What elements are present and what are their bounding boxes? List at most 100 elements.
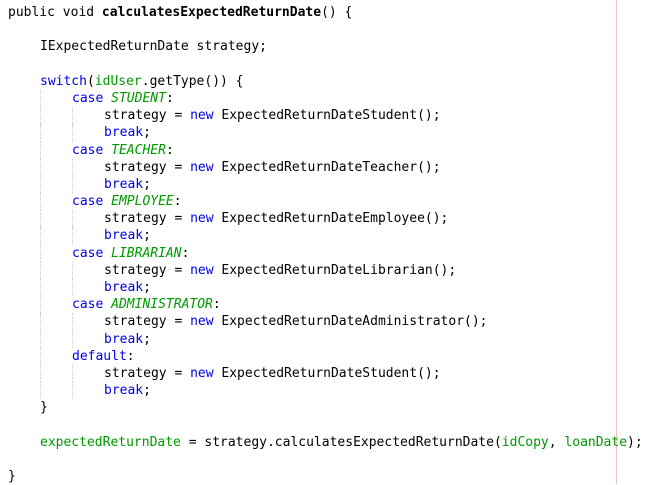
code-line[interactable]: default: bbox=[8, 347, 643, 365]
code-token: break bbox=[104, 228, 144, 244]
code-token: case bbox=[72, 245, 112, 261]
indent-guide bbox=[72, 382, 73, 400]
code-token: expectedReturnDate bbox=[40, 434, 181, 450]
code-line[interactable]: break; bbox=[8, 124, 643, 142]
code-line[interactable]: } bbox=[8, 399, 643, 416]
code-token: () { bbox=[321, 5, 353, 20]
code-line[interactable]: strategy = new ExpectedReturnDateEmploye… bbox=[8, 210, 643, 228]
code-line-text: case EMPLOYEE: bbox=[8, 194, 182, 209]
code-line-text: strategy = new ExpectedReturnDateEmploye… bbox=[8, 211, 448, 226]
code-token: case bbox=[72, 297, 112, 313]
code-token: strategy = bbox=[104, 314, 191, 330]
code-token: strategy = bbox=[104, 365, 191, 381]
code-line[interactable]: case STUDENT: bbox=[8, 89, 643, 108]
code-line[interactable]: case ADMINISTRATOR: bbox=[8, 296, 643, 314]
indent-guide bbox=[40, 261, 41, 279]
code-token: ; bbox=[143, 228, 151, 244]
indent-guide bbox=[72, 107, 73, 125]
code-token: ExpectedReturnDateStudent(); bbox=[221, 108, 441, 124]
code-line[interactable]: } bbox=[8, 468, 643, 485]
indent-guide bbox=[40, 193, 41, 211]
code-token: strategy = bbox=[104, 211, 191, 227]
code-line-text: strategy = new ExpectedReturnDateLibrari… bbox=[8, 263, 456, 278]
code-line[interactable] bbox=[8, 56, 643, 73]
code-token: ExpectedReturnDateStudent(); bbox=[221, 365, 441, 381]
code-token: ExpectedReturnDateAdministrator(); bbox=[221, 314, 488, 330]
code-line[interactable] bbox=[8, 21, 643, 38]
indent-guide bbox=[40, 279, 41, 297]
code-token: = strategy.calculatesExpectedReturnDate( bbox=[180, 434, 502, 450]
code-token: LIBRARIAN bbox=[111, 245, 182, 261]
code-line[interactable]: case EMPLOYEE: bbox=[8, 193, 643, 211]
code-line-text: break; bbox=[8, 332, 151, 347]
code-token: strategy = bbox=[104, 159, 191, 175]
indent-guide bbox=[72, 364, 73, 383]
code-token: : bbox=[165, 90, 174, 106]
code-line[interactable]: case LIBRARIAN: bbox=[8, 244, 643, 262]
code-line-text: } bbox=[8, 400, 48, 415]
code-token: case bbox=[72, 142, 112, 158]
indent-guide bbox=[72, 124, 73, 142]
indent-guide bbox=[40, 330, 41, 348]
code-token: break bbox=[104, 280, 144, 295]
indent-guide bbox=[40, 210, 41, 228]
code-line-text: default: bbox=[8, 349, 135, 364]
code-line[interactable] bbox=[8, 417, 643, 434]
code-token: EMPLOYEE bbox=[111, 194, 174, 210]
code-token: .getType()) { bbox=[141, 73, 244, 89]
code-token: } bbox=[40, 400, 48, 416]
indent-guide bbox=[72, 158, 73, 176]
indent-guide bbox=[40, 89, 41, 108]
indent-guide bbox=[40, 244, 41, 262]
code-token: idCopy bbox=[501, 434, 549, 450]
code-line[interactable]: IExpectedReturnDate strategy; bbox=[8, 38, 643, 55]
code-token: new bbox=[190, 262, 222, 278]
code-token: new bbox=[190, 211, 222, 227]
code-line[interactable] bbox=[8, 451, 643, 468]
code-token: break bbox=[104, 383, 144, 399]
code-token: TEACHER bbox=[111, 142, 166, 158]
code-token: ; bbox=[143, 125, 151, 141]
code-token: ; bbox=[143, 383, 151, 399]
code-editor[interactable]: public void calculatesExpectedReturnDate… bbox=[0, 0, 664, 484]
code-token: } bbox=[8, 469, 16, 485]
code-line[interactable]: public void calculatesExpectedReturnDate… bbox=[8, 4, 643, 21]
code-token: public void bbox=[8, 5, 102, 20]
indent-guide bbox=[40, 124, 41, 142]
code-line-text: case STUDENT: bbox=[8, 91, 174, 106]
code-token: case bbox=[72, 90, 112, 106]
indent-guide bbox=[40, 347, 41, 365]
code-line[interactable]: break; bbox=[8, 382, 643, 400]
code-line-text: public void calculatesExpectedReturnDate… bbox=[8, 5, 352, 20]
code-line[interactable]: strategy = new ExpectedReturnDateTeacher… bbox=[8, 158, 643, 176]
code-token: loanDate bbox=[564, 434, 628, 450]
indent-guide bbox=[72, 330, 73, 348]
code-token: IExpectedReturnDate strategy; bbox=[40, 39, 267, 55]
code-token: ; bbox=[143, 280, 151, 295]
code-line[interactable]: break; bbox=[8, 330, 643, 348]
indent-guide bbox=[40, 227, 41, 245]
code-token: ( bbox=[86, 73, 95, 89]
code-line-text: } bbox=[8, 469, 16, 484]
code-token: ExpectedReturnDateLibrarian(); bbox=[221, 262, 457, 278]
code-line-text: case LIBRARIAN: bbox=[8, 246, 189, 261]
code-token: new bbox=[190, 314, 222, 330]
code-line[interactable]: strategy = new ExpectedReturnDateLibrari… bbox=[8, 261, 643, 279]
code-line[interactable]: strategy = new ExpectedReturnDateStudent… bbox=[8, 107, 643, 125]
indent-guide bbox=[72, 227, 73, 245]
indent-guide bbox=[72, 210, 73, 228]
code-line[interactable]: switch(idUser.getType()) { bbox=[8, 73, 643, 90]
code-line[interactable]: case TEACHER: bbox=[8, 141, 643, 159]
code-token: default bbox=[72, 348, 127, 364]
indent-guide bbox=[72, 279, 73, 297]
code-line[interactable]: break; bbox=[8, 279, 643, 297]
code-line[interactable]: break; bbox=[8, 227, 643, 245]
code-line[interactable]: break; bbox=[8, 175, 643, 194]
code-line[interactable]: strategy = new ExpectedReturnDateStudent… bbox=[8, 364, 643, 383]
code-line-text: case TEACHER: bbox=[8, 143, 174, 158]
indent-guide bbox=[72, 175, 73, 194]
code-line-text: break; bbox=[8, 383, 151, 398]
code-block[interactable]: public void calculatesExpectedReturnDate… bbox=[8, 4, 643, 485]
code-line[interactable]: expectedReturnDate = strategy.calculates… bbox=[8, 434, 643, 451]
code-line[interactable]: strategy = new ExpectedReturnDateAdminis… bbox=[8, 313, 643, 331]
